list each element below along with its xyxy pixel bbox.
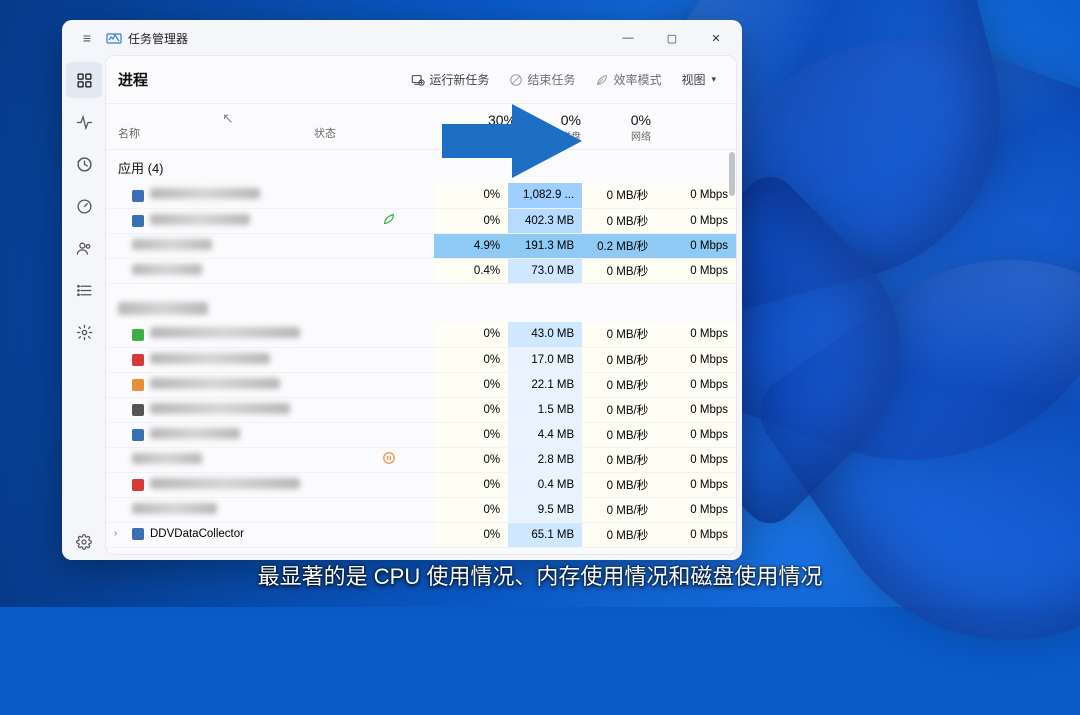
- table-row[interactable]: 0%4.4 MB0 MB/秒0 Mbps: [106, 422, 736, 447]
- minimize-button[interactable]: —: [606, 23, 650, 53]
- expand-icon[interactable]: ›: [114, 528, 117, 539]
- titlebar[interactable]: ≡ 任务管理器 — ▢ ✕: [62, 20, 742, 56]
- nav-rail: [62, 56, 106, 560]
- nav-services[interactable]: [66, 314, 102, 350]
- table-row: [106, 283, 736, 297]
- column-headers[interactable]: ↖名称 状态 30%内存 0%磁盘 0%网络: [106, 104, 736, 150]
- nav-processes[interactable]: [66, 62, 102, 98]
- table-row[interactable]: 4.9%191.3 MB0.2 MB/秒0 Mbps: [106, 233, 736, 258]
- table-row[interactable]: 0%2.8 MB0 MB/秒0 Mbps: [106, 447, 736, 472]
- table-row: [106, 297, 736, 322]
- process-list[interactable]: 应用 (4) 0%1,082.9 ...0 MB/秒0 Mbps0%402.3 …: [106, 150, 736, 554]
- header-network: 0%网络: [589, 104, 659, 149]
- end-task-icon: [509, 73, 523, 87]
- table-row[interactable]: 0%22.1 MB0 MB/秒0 Mbps: [106, 372, 736, 397]
- nav-details[interactable]: [66, 272, 102, 308]
- table-row[interactable]: 0.4%73.0 MB0 MB/秒0 Mbps: [106, 258, 736, 283]
- suspended-icon: [382, 451, 396, 465]
- group-apps: 应用 (4): [106, 150, 736, 183]
- table-row[interactable]: 0%1.5 MB0 MB/秒0 Mbps: [106, 397, 736, 422]
- scrollbar-thumb[interactable]: [729, 152, 735, 196]
- maximize-button[interactable]: ▢: [650, 23, 694, 53]
- table-row[interactable]: 0%402.3 MB0 MB/秒0 Mbps: [106, 208, 736, 233]
- efficiency-leaf-icon: [382, 212, 396, 226]
- nav-users[interactable]: [66, 230, 102, 266]
- table-row[interactable]: 0%9.5 MB0 MB/秒0 Mbps: [106, 497, 736, 522]
- page-title: 进程: [118, 69, 148, 90]
- run-new-task-button[interactable]: 运行新任务: [403, 67, 497, 92]
- table-row[interactable]: 0%1,082.9 ...0 MB/秒0 Mbps: [106, 183, 736, 208]
- leaf-icon: [595, 73, 609, 87]
- header-status: 状态: [314, 104, 394, 149]
- task-manager-window: ≡ 任务管理器 — ▢ ✕ 进程 运行新任务: [62, 20, 742, 560]
- content-pane: 进程 运行新任务 结束任务 效率模式 视图▾: [106, 56, 736, 554]
- nav-startup[interactable]: [66, 188, 102, 224]
- close-button[interactable]: ✕: [694, 23, 738, 53]
- header-memory: 30%内存: [459, 104, 524, 149]
- header-name: ↖名称: [106, 104, 314, 149]
- app-icon: [106, 30, 122, 46]
- end-task-button[interactable]: 结束任务: [501, 67, 583, 92]
- cursor-icon: ↖: [222, 110, 234, 127]
- nav-history[interactable]: [66, 146, 102, 182]
- view-dropdown[interactable]: 视图▾: [673, 67, 724, 92]
- table-row[interactable]: ›DDVDataCollector0%65.1 MB0 MB/秒0 Mbps: [106, 522, 736, 547]
- window-title: 任务管理器: [128, 30, 188, 47]
- run-task-icon: [411, 73, 425, 87]
- table-row[interactable]: 0%0.4 MB0 MB/秒0 Mbps: [106, 472, 736, 497]
- chevron-down-icon: ▾: [711, 74, 716, 85]
- hamburger-icon[interactable]: ≡: [74, 30, 100, 46]
- nav-performance[interactable]: [66, 104, 102, 140]
- table-row[interactable]: 0%43.0 MB0 MB/秒0 Mbps: [106, 322, 736, 347]
- table-row[interactable]: 0%17.0 MB0 MB/秒0 Mbps: [106, 347, 736, 372]
- efficiency-mode-button[interactable]: 效率模式: [587, 67, 669, 92]
- header-cpu: [394, 104, 459, 149]
- header-disk: 0%磁盘: [524, 104, 589, 149]
- toolbar: 进程 运行新任务 结束任务 效率模式 视图▾: [106, 56, 736, 104]
- nav-settings[interactable]: [66, 524, 102, 560]
